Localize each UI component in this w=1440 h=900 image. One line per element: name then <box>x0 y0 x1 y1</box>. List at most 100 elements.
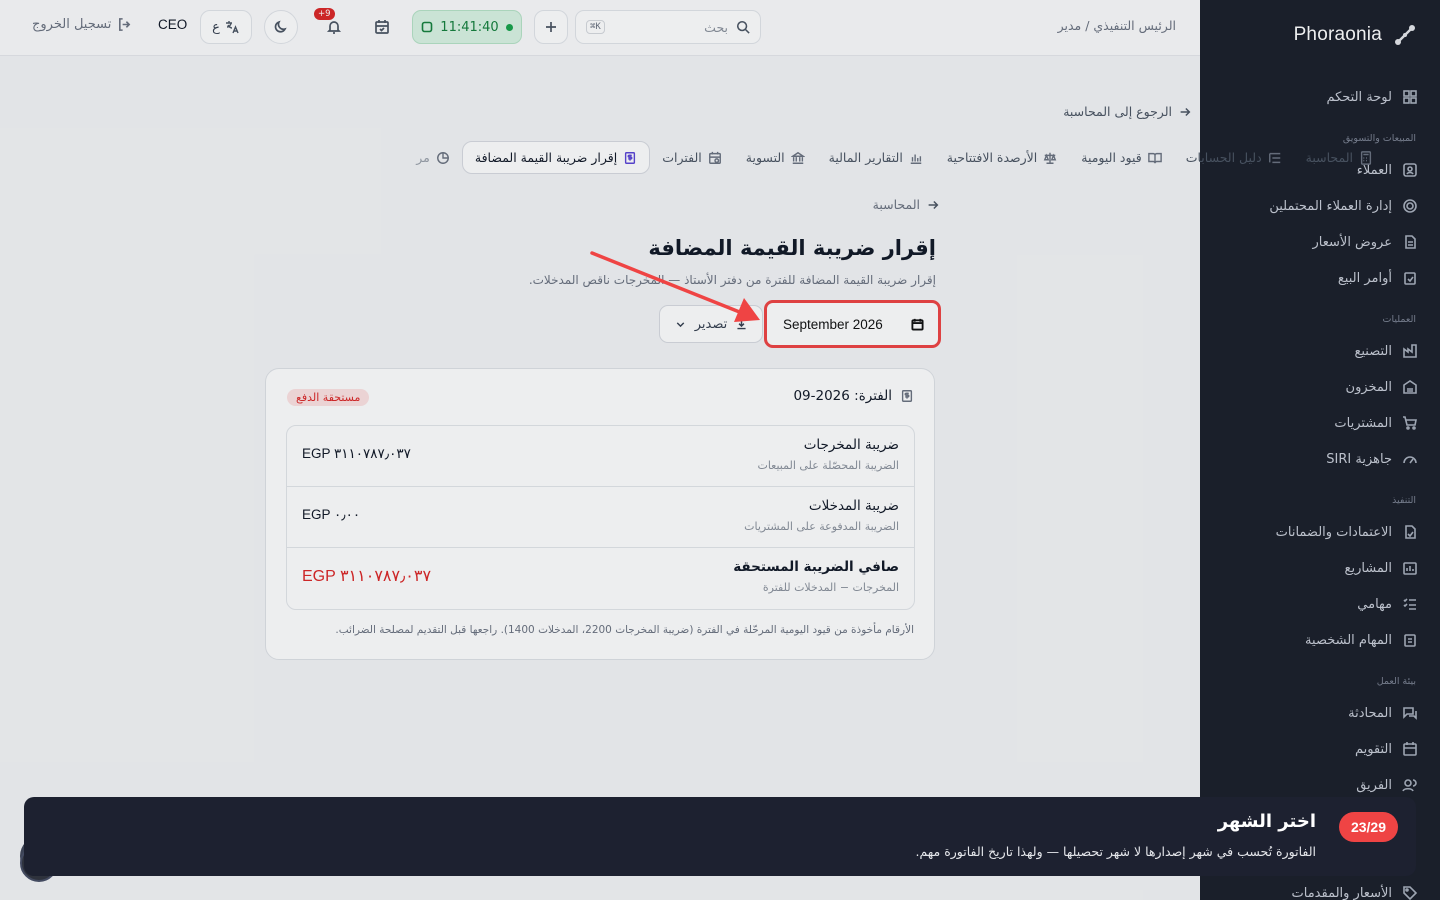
bell-icon <box>326 21 342 34</box>
sidebar-item-label: إدارة العملاء المحتملين <box>1269 198 1392 214</box>
back-link-label: الرجوع إلى المحاسبة <box>1063 104 1172 119</box>
theme-toggle-button[interactable] <box>264 10 298 44</box>
chevron-down-icon <box>676 321 685 327</box>
row-amount: EGP ٣١١٠٧٨٧٫٠٣٧ <box>302 446 411 461</box>
logout-button[interactable]: تسجيل الخروج <box>32 17 132 32</box>
sidebar-item-team[interactable]: الفريق <box>1356 774 1418 796</box>
chat-icon <box>1403 707 1417 720</box>
sidebar-item-label: الاعتمادات والضمانات <box>1275 524 1392 540</box>
sidebar-item-inventory[interactable]: المخزون <box>1346 376 1418 398</box>
sidebar-item-label: المحادثة <box>1348 705 1392 721</box>
sidebar-item-personal-tasks[interactable]: المهام الشخصية <box>1305 629 1418 651</box>
tab-more[interactable]: مر <box>416 142 462 173</box>
tab-vat-return[interactable]: إقرار ضريبة القيمة المضافة <box>461 141 651 174</box>
sidebar-item-label: جاهزية SIRI <box>1326 451 1392 467</box>
calendar-clock-icon <box>708 151 721 164</box>
clipboard-check-icon <box>1404 272 1416 285</box>
period-label: الفترة: 2026-09 <box>793 388 914 404</box>
sidebar-item-projects[interactable]: المشاريع <box>1345 557 1418 579</box>
sidebar-item-pricing[interactable]: الأسعار والمقدمات <box>1292 882 1419 900</box>
sidebar: Phoraonia لوحة التحكم المبيعات والتسويق … <box>1200 0 1440 900</box>
sidebar-item-label: المشتريات <box>1334 415 1392 431</box>
tab-financial-reports[interactable]: التقارير المالية <box>817 142 935 173</box>
chart-folder-icon <box>1403 562 1417 575</box>
cart-icon <box>1403 416 1417 430</box>
row-sublabel: الضريبة المدفوعة على المشتريات <box>744 520 899 533</box>
sidebar-item-dashboard[interactable]: لوحة التحكم <box>1326 86 1418 108</box>
sidebar-section-ops: العمليات <box>1382 314 1416 325</box>
arrow-right-icon <box>1180 107 1191 116</box>
tab-periods[interactable]: الفترات <box>650 142 734 173</box>
row-sublabel: المخرجات − المدخلات للفترة <box>762 581 899 594</box>
plus-icon <box>546 22 556 32</box>
tab-journal-entries[interactable]: قيود اليومية <box>1069 142 1173 173</box>
tab-chart-of-accounts[interactable]: دليل الحسابات <box>1174 142 1294 173</box>
language-button[interactable]: ع <box>200 10 252 44</box>
gauge-icon <box>1403 456 1417 464</box>
export-button[interactable]: تصدير <box>659 305 763 343</box>
sidebar-item-label: المشاريع <box>1344 560 1392 576</box>
brand-logo-icon <box>1395 25 1415 45</box>
sidebar-section-work: بيئة العمل <box>1376 676 1416 687</box>
breadcrumb-label: المحاسبة <box>872 197 920 212</box>
tab-label: قيود اليومية <box>1081 150 1142 165</box>
month-picker-input[interactable]: September 2026 <box>764 300 941 348</box>
status-dot <box>505 23 513 31</box>
target-icon <box>1403 199 1417 213</box>
calendar-button[interactable] <box>365 10 399 44</box>
back-to-accounting-link[interactable]: الرجوع إلى المحاسبة <box>1063 104 1192 119</box>
tab-label: التسوية <box>745 150 785 165</box>
sidebar-item-chat[interactable]: المحادثة <box>1348 702 1418 724</box>
tab-opening-balances[interactable]: الأرصدة الافتتاحية <box>935 142 1069 173</box>
sidebar-item-label: التقويم <box>1354 741 1392 757</box>
sidebar-item-siri[interactable]: جاهزية SIRI <box>1326 448 1418 470</box>
sidebar-item-approvals[interactable]: الاعتمادات والضمانات <box>1276 521 1418 543</box>
logout-icon <box>119 18 131 31</box>
user-name[interactable]: CEO <box>158 17 187 32</box>
period-text: الفترة: 2026-09 <box>793 388 892 404</box>
search-shortcut: K⌘ <box>586 20 605 34</box>
clock-time: 11:41:40 <box>440 19 499 35</box>
calendar-icon[interactable] <box>911 318 924 331</box>
tour-title: اختر الشهر <box>1217 811 1316 832</box>
export-label: تصدير <box>694 316 728 332</box>
table-row: ضريبة المدخلات الضريبة المدفوعة على المش… <box>287 487 914 548</box>
add-button[interactable] <box>534 10 568 44</box>
sidebar-item-tasks[interactable]: مهامي <box>1357 593 1418 615</box>
language-label: ع <box>212 19 220 35</box>
bar-chart-icon <box>910 154 922 164</box>
tour-step-counter: 23/29 <box>1338 812 1398 842</box>
breadcrumb[interactable]: المحاسبة <box>873 197 940 212</box>
sidebar-item-label: المخزون <box>1345 379 1392 395</box>
brand[interactable]: Phoraonia <box>1294 22 1418 48</box>
calculator-icon <box>1360 150 1372 165</box>
sidebar-item-manufacturing[interactable]: التصنيع <box>1354 340 1418 362</box>
calendar-check-icon <box>375 20 389 34</box>
arrow-right-icon <box>928 200 939 209</box>
clock-timer[interactable]: 11:41:40 <box>412 10 522 44</box>
tab-label: الفترات <box>662 150 702 165</box>
tour-description: الفاتورة تُحسب في شهر إصدارها لا شهر تحص… <box>915 844 1316 859</box>
scale-icon <box>1043 152 1057 164</box>
tab-reconciliation[interactable]: التسوية <box>734 142 817 173</box>
sidebar-item-sales-orders[interactable]: أوامر البيع <box>1338 267 1418 289</box>
bank-icon <box>790 151 805 164</box>
tag-icon <box>1403 886 1418 900</box>
sidebar-item-calendar[interactable]: التقويم <box>1355 738 1418 760</box>
search-input[interactable]: بحث K⌘ <box>575 10 761 44</box>
receipt-dollar-icon <box>901 390 913 402</box>
sidebar-item-label: لوحة التحكم <box>1326 89 1392 105</box>
sidebar-item-purchases[interactable]: المشتريات <box>1334 412 1418 434</box>
file-check-icon <box>1405 525 1416 539</box>
sidebar-item-quotes[interactable]: عروض الأسعار <box>1313 231 1419 253</box>
tab-accounting[interactable]: المحاسبة <box>1294 142 1385 173</box>
sidebar-item-label: الأسعار والمقدمات <box>1291 885 1393 900</box>
logout-label: تسجيل الخروج <box>32 17 112 32</box>
sidebar-item-leads[interactable]: إدارة العملاء المحتملين <box>1269 195 1418 217</box>
tab-label: المحاسبة <box>1305 150 1353 165</box>
receipt-dollar-icon <box>625 151 636 164</box>
tab-label: إقرار ضريبة القيمة المضافة <box>474 150 618 165</box>
search-placeholder: بحث <box>704 19 728 35</box>
row-amount: EGP ٣١١٠٧٨٧٫٠٣٧ <box>302 568 432 585</box>
row-label: ضريبة المدخلات <box>808 498 899 514</box>
